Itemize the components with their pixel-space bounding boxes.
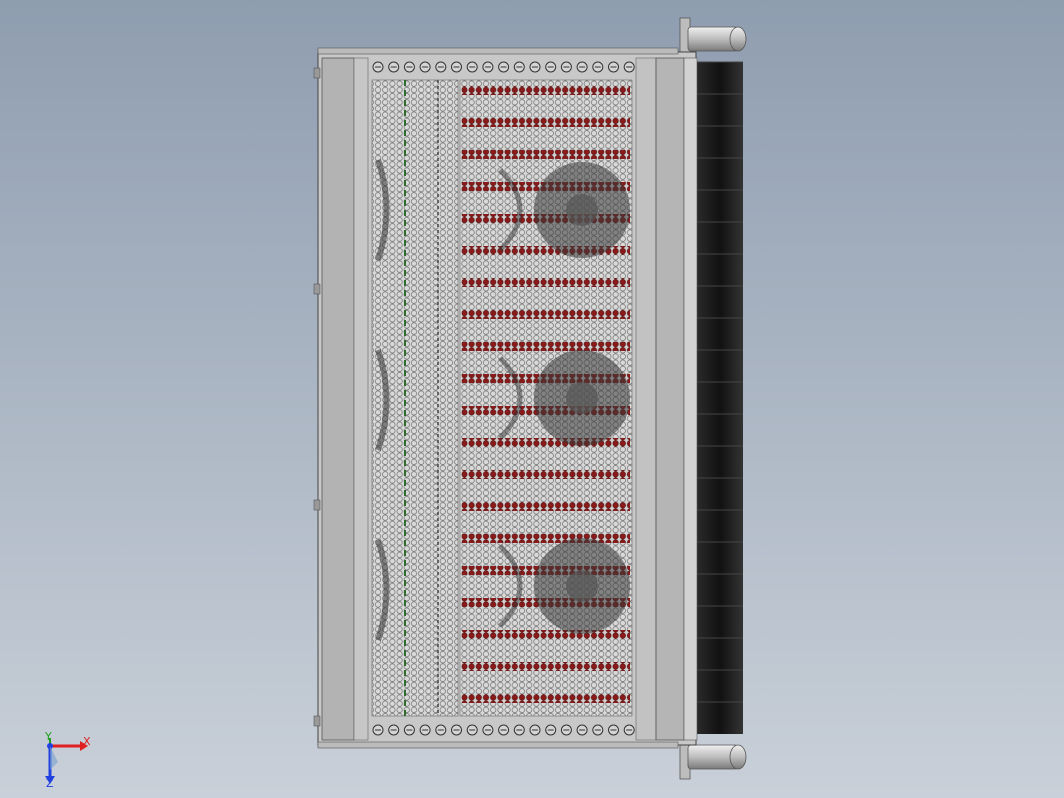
mesh-panel-left	[371, 79, 459, 717]
coordinate-triad: X Y Z	[44, 730, 91, 790]
screw-row-top	[372, 61, 635, 73]
screw-row-bottom	[372, 724, 635, 736]
heat-row	[462, 662, 630, 671]
x-axis-label: X	[83, 735, 91, 748]
heat-row	[462, 630, 630, 639]
heat-row	[462, 86, 630, 95]
z-axis-label: Z	[46, 777, 54, 790]
heat-row	[462, 342, 630, 351]
heat-row	[462, 150, 630, 159]
heat-row	[462, 502, 630, 511]
y-axis-label: Y	[44, 730, 52, 743]
heat-row	[462, 310, 630, 319]
heat-row	[462, 278, 630, 287]
heat-row	[462, 118, 630, 127]
heat-row	[462, 694, 630, 703]
heat-row	[462, 470, 630, 479]
cad-viewport[interactable]: X Y Z	[0, 0, 1064, 798]
mesh-panel-right	[459, 79, 633, 717]
heat-row	[462, 534, 630, 543]
